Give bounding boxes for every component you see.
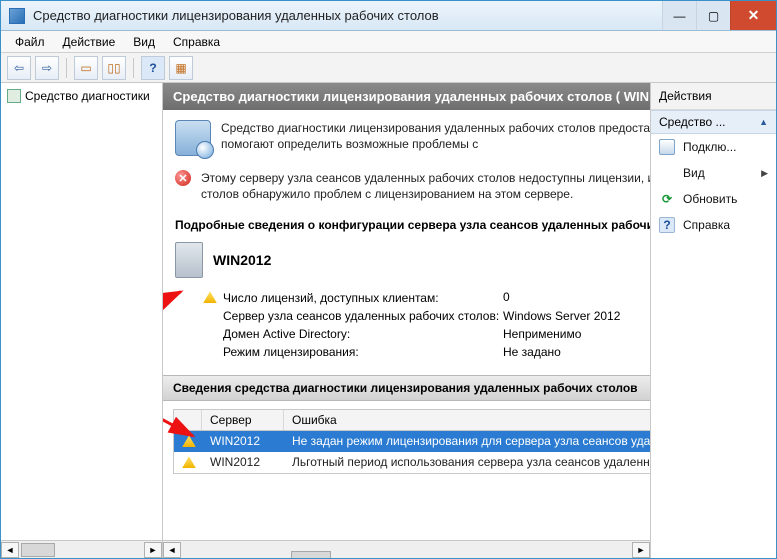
col-server[interactable]: Сервер <box>202 410 284 430</box>
kv-key: Число лицензий, доступных клиентам: <box>223 291 439 305</box>
table-header: Сервер Ошибка <box>174 410 650 431</box>
col-error[interactable]: Ошибка <box>284 410 650 430</box>
col-icon[interactable] <box>174 410 202 430</box>
tree-root-label: Средство диагностики <box>25 89 150 103</box>
kv-key: Домен Active Directory: <box>223 327 350 341</box>
cell-error: Льготный период использования сервера уз… <box>284 452 650 473</box>
menu-action[interactable]: Действие <box>55 33 124 51</box>
toolbar: ⇦ ⇨ ▭ ▯▯ ? ▦ <box>1 53 776 83</box>
menubar: Файл Действие Вид Справка <box>1 31 776 53</box>
connect-icon <box>659 139 675 155</box>
close-button[interactable]: ✕ <box>730 1 776 30</box>
error-row: ✕ Этому серверу узла сеансов удаленных р… <box>163 166 650 212</box>
action-label: Подклю... <box>683 140 736 154</box>
maximize-button[interactable]: ▢ <box>696 1 730 30</box>
window-title: Средство диагностики лицензирования удал… <box>33 8 662 23</box>
kv-row: Число лицензий, доступных клиентам: 0 <box>203 288 650 307</box>
toolbar-view-button[interactable]: ▭ <box>74 56 98 80</box>
warning-icon <box>203 291 217 303</box>
diagnostics-header: Сведения средства диагностики лицензиров… <box>163 375 650 401</box>
collapse-icon[interactable]: ▲ <box>759 117 768 127</box>
action-help[interactable]: ? Справка <box>651 212 776 238</box>
minimize-button[interactable]: — <box>662 1 696 30</box>
menu-help[interactable]: Справка <box>165 33 228 51</box>
toolbar-separator <box>133 58 134 78</box>
nav-forward-button[interactable]: ⇨ <box>35 56 59 80</box>
refresh-icon: ⟳ <box>659 191 675 207</box>
nav-back-button[interactable]: ⇦ <box>7 56 31 80</box>
kv-key: Режим лицензирования: <box>223 345 359 359</box>
tree-root-item[interactable]: Средство диагностики <box>3 87 160 105</box>
action-view[interactable]: Вид ▶ <box>651 160 776 186</box>
server-row: WIN2012 <box>163 242 650 288</box>
kv-row: Домен Active Directory: Неприменимо <box>203 325 650 343</box>
actions-group-title[interactable]: Средство ... ▲ <box>651 110 776 134</box>
intro-text: Средство диагностики лицензирования удал… <box>221 120 650 152</box>
kv-row: Режим лицензирования: Не задано <box>203 343 650 361</box>
action-connect[interactable]: Подклю... <box>651 134 776 160</box>
kv-row: Сервер узла сеансов удаленных рабочих ст… <box>203 307 650 325</box>
scroll-thumb[interactable] <box>21 543 55 557</box>
diagnostics-large-icon <box>175 120 211 156</box>
window-buttons: — ▢ ✕ <box>662 1 776 30</box>
actions-pane: Действия Средство ... ▲ Подклю... Вид ▶ … <box>651 83 776 558</box>
warning-icon <box>182 435 196 447</box>
kv-value: Windows Server 2012 <box>503 309 620 323</box>
table-row[interactable]: WIN2012 Льготный период использования се… <box>174 452 650 473</box>
action-label: Вид <box>683 166 705 180</box>
app-icon <box>9 8 25 24</box>
chevron-right-icon: ▶ <box>761 168 768 179</box>
view-icon <box>659 165 675 181</box>
cell-server: WIN2012 <box>202 452 284 473</box>
kv-value: 0 <box>503 290 510 305</box>
scroll-left-icon[interactable]: ◄ <box>1 542 19 558</box>
tree-hscrollbar[interactable]: ◄ ► <box>1 540 162 558</box>
server-icon <box>175 242 203 278</box>
tree-pane: Средство диагностики ◄ ► <box>1 83 163 558</box>
center-pane: Средство диагностики лицензирования удал… <box>163 83 651 558</box>
titlebar: Средство диагностики лицензирования удал… <box>1 1 776 31</box>
toolbar-separator <box>66 58 67 78</box>
center-hscrollbar[interactable]: ◄ ► <box>163 540 650 558</box>
server-name: WIN2012 <box>213 252 271 268</box>
action-label: Справка <box>683 218 730 232</box>
config-kv-block: Число лицензий, доступных клиентам: 0 Се… <box>163 288 650 375</box>
toolbar-tiles-button[interactable]: ▦ <box>169 56 193 80</box>
kv-value: Не задано <box>503 345 561 359</box>
intro-row: Средство диагностики лицензирования удал… <box>163 110 650 166</box>
workspace: Средство диагностики ◄ ► Средство диагно… <box>1 83 776 558</box>
toolbar-pane-button[interactable]: ▯▯ <box>102 56 126 80</box>
warning-icon <box>182 456 196 468</box>
cell-server: WIN2012 <box>202 431 284 452</box>
actions-title: Действия <box>651 83 776 110</box>
scroll-right-icon[interactable]: ► <box>632 542 650 558</box>
cell-error: Не задан режим лицензирования для сервер… <box>284 431 650 452</box>
toolbar-help-button[interactable]: ? <box>141 56 165 80</box>
scroll-right-icon[interactable]: ► <box>144 542 162 558</box>
main-header: Средство диагностики лицензирования удал… <box>163 83 650 110</box>
menu-file[interactable]: Файл <box>7 33 53 51</box>
scroll-left-icon[interactable]: ◄ <box>163 542 181 558</box>
diagnostics-icon <box>7 89 21 103</box>
table-row[interactable]: WIN2012 Не задан режим лицензирования дл… <box>174 431 650 452</box>
kv-key: Сервер узла сеансов удаленных рабочих ст… <box>223 309 499 323</box>
action-label: Обновить <box>683 192 737 206</box>
error-icon: ✕ <box>175 170 191 186</box>
kv-value: Неприменимо <box>503 327 581 341</box>
help-icon: ? <box>659 217 675 233</box>
actions-group-label: Средство ... <box>659 115 726 129</box>
action-refresh[interactable]: ⟳ Обновить <box>651 186 776 212</box>
diagnostics-table: Сервер Ошибка WIN2012 Не задан режим лиц… <box>173 409 650 474</box>
config-heading: Подробные сведения о конфигурации сервер… <box>163 212 650 242</box>
scroll-thumb[interactable] <box>291 551 331 559</box>
error-text: Этому серверу узла сеансов удаленных раб… <box>201 170 650 202</box>
menu-view[interactable]: Вид <box>125 33 163 51</box>
